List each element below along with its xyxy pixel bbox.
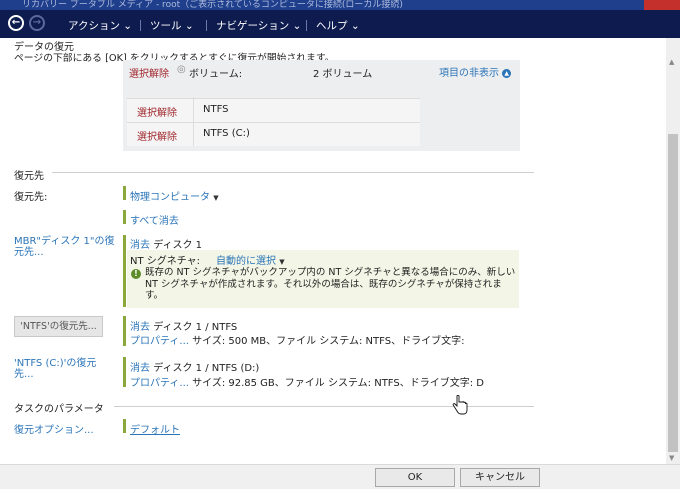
row-divider [127, 97, 194, 146]
hide-items-label: 項目の非表示 [439, 68, 499, 79]
hand-cursor-icon [452, 395, 468, 415]
menu-help[interactable]: ヘルプ ⌄ [316, 18, 360, 33]
volume-label: ボリューム: [189, 69, 243, 80]
nav-bar: ← → アクション ⌄ ツール ⌄ ナビゲーション ⌄ ヘルプ ⌄ [0, 10, 680, 38]
section-divider [52, 172, 534, 173]
ok-button[interactable]: OK [375, 468, 455, 487]
nt-signature-info: ! 既存の NT シグネチャがバックアップ内の NT シグネチャと異なる場合にの… [127, 266, 519, 308]
title-bar: リカバリー ブータブル メディア - root（ご表示されているコンピュータに接… [0, 0, 680, 10]
volume-name: NTFS [203, 104, 229, 115]
restore-options-link[interactable]: 復元オプション... [14, 421, 94, 436]
dialog-footer: OK キャンセル [0, 464, 680, 489]
hide-items-link[interactable]: 項目の非表示 ▲ [439, 64, 512, 79]
ntfs-properties-link[interactable]: プロパティ... [130, 336, 189, 347]
section-bar [123, 419, 126, 433]
menu-divider [306, 20, 307, 31]
ntfs-props-line: プロパティ... サイズ: 500 MB、ファイル システム: NTFS、ドライ… [130, 332, 464, 347]
menu-divider [206, 20, 207, 31]
close-button[interactable] [644, 0, 680, 10]
forward-button[interactable]: → [29, 15, 45, 31]
back-button[interactable]: ← [8, 15, 24, 31]
forward-arrow-icon: → [32, 17, 42, 28]
menu-actions[interactable]: アクション ⌄ [68, 18, 132, 33]
chevron-up-icon: ▲ [502, 68, 512, 78]
ntfs-c-details: サイズ: 92.85 GB、ファイル システム: NTFS、ドライブ文字: D [192, 378, 484, 389]
section-bar [123, 186, 126, 200]
menu-divider [140, 20, 141, 31]
nt-signature-dropdown[interactable]: 自動的に選択 ▼ [216, 252, 285, 267]
dropdown-arrow-icon: ▼ [279, 258, 285, 266]
dropdown-arrow-icon: ▼ [213, 194, 219, 202]
restore-to-label: 復元先: [14, 192, 48, 203]
window-title: リカバリー ブータブル メディア - root（ご表示されているコンピュータに接… [22, 0, 403, 10]
nt-signature-row: NT シグネチャ: 自動的に選択 ▼ [127, 250, 519, 267]
restore-target-value: 物理コンピュータ [130, 192, 210, 203]
section-bar [123, 357, 126, 387]
back-arrow-icon: ← [11, 17, 21, 28]
info-icon: ! [131, 269, 141, 279]
restore-target-dropdown[interactable]: 物理コンピュータ ▼ [130, 188, 219, 203]
selection-panel: 選択解除 ◎ ボリューム: 2 ボリューム 項目の非表示 ▲ 選択解除 NTFS… [123, 60, 520, 151]
volume-icon: ◎ [177, 64, 186, 75]
section-bar [123, 235, 126, 307]
ntfs-c-properties-link[interactable]: プロパティ... [130, 378, 189, 389]
section-divider [114, 406, 534, 407]
ntfs-details: サイズ: 500 MB、ファイル システム: NTFS、ドライブ文字: [192, 336, 465, 347]
section-bar [123, 316, 126, 346]
ntfs-c-clear-link[interactable]: 消去 [130, 363, 150, 374]
menu-navigation[interactable]: ナビゲーション ⌄ [216, 18, 301, 33]
ntfs-c-props-line: プロパティ... サイズ: 92.85 GB、ファイル システム: NTFS、ド… [130, 374, 484, 389]
mbr-disk-line: 消去 ディスク 1 [130, 236, 202, 251]
volume-name: NTFS (C:) [203, 128, 250, 139]
restore-to-heading: 復元先 [14, 171, 44, 182]
ntfs-c-disk-line: 消去 ディスク 1 / NTFS (D:) [130, 359, 259, 374]
default-options-link[interactable]: デフォルト [130, 421, 180, 436]
main-content: データの復元 ページの下部にある [OK] をクリックするとすぐに復元が開始され… [0, 38, 666, 464]
task-params-heading: タスクのパラメータ [14, 404, 104, 415]
ntfs-c-restore-to-link[interactable]: 'NTFS (C:)'の復元先... [14, 358, 114, 380]
info-text: 既存の NT シグネチャがバックアップ内の NT シグネチャと異なる場合にのみ、… [145, 267, 516, 301]
deselect-volume-link[interactable]: 選択解除 [129, 65, 169, 80]
section-bar [123, 210, 126, 224]
scroll-down-icon[interactable]: ▼ [669, 454, 674, 462]
menu-tools[interactable]: ツール ⌄ [150, 18, 194, 33]
ntfs-restore-to-button[interactable]: 'NTFS'の復元先... [14, 316, 103, 337]
volume-count: 2 ボリューム [313, 69, 373, 80]
nt-signature-label: NT シグネチャ: [130, 256, 201, 267]
ntfs-c-disk: ディスク 1 / NTFS (D:) [153, 363, 260, 374]
vertical-scrollbar[interactable]: ▲ ▼ [666, 38, 680, 464]
scrollbar-thumb[interactable] [668, 134, 678, 452]
mbr-restore-to-link[interactable]: MBR"ディスク 1"の復元先... [14, 236, 119, 258]
cancel-button[interactable]: キャンセル [460, 468, 540, 487]
clear-all-link[interactable]: すべて消去 [130, 212, 179, 227]
scroll-up-icon[interactable]: ▲ [669, 58, 674, 66]
ntfs-disk-line: 消去 ディスク 1 / NTFS [130, 318, 237, 333]
